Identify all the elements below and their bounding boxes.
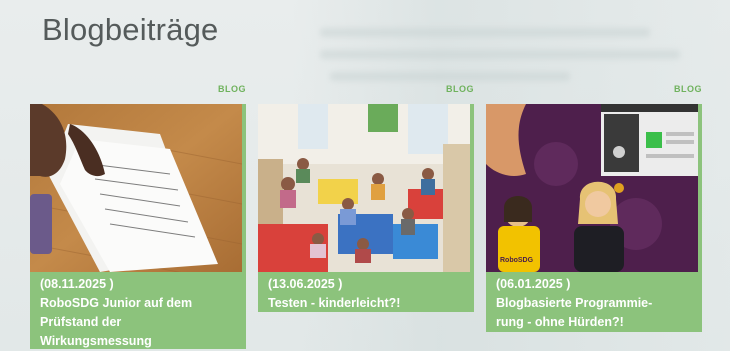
blog-card[interactable]: BLOG [486,84,702,332]
post-title-line: Testen - kinderleicht?! [268,296,401,310]
page-title: Blogbeiträge [42,12,219,47]
post-title-line: Prüfstand der [40,315,122,329]
background-blurred-text [320,20,700,90]
robosdg-logo-text: RoboSDG [500,257,534,264]
blog-card[interactable]: BLOG [258,84,474,312]
card-frame[interactable]: (08.11.2025 ) RoboSDG Junior auf dem Prü… [30,104,246,349]
post-title-line: Blogbasierte Programmie- [496,296,653,310]
post-image[interactable] [258,104,470,272]
card-frame[interactable]: (13.06.2025 ) Testen - kinderleicht?! [258,104,474,312]
post-title-line: Wirkungsmessung [40,334,152,348]
post-title-line: RoboSDG Junior auf dem [40,296,193,310]
post-caption[interactable]: (06.01.2025 ) Blogbasierte Programmie- r… [496,275,652,332]
post-date: (06.01.2025 ) [496,277,571,291]
post-title-line: rung - ohne Hürden?! [496,315,624,329]
post-image[interactable] [30,104,242,272]
category-badge[interactable]: BLOG [446,84,474,94]
post-date: (08.11.2025 ) [40,277,114,291]
post-caption[interactable]: (13.06.2025 ) Testen - kinderleicht?! [268,275,400,313]
blog-card[interactable]: BLOG [30,84,246,349]
post-image[interactable]: RoboSDG [486,104,698,272]
post-caption[interactable]: (08.11.2025 ) RoboSDG Junior auf dem Prü… [40,275,192,351]
card-frame[interactable]: RoboSDG (06.01.2025 ) Blogbasierte Progr… [486,104,702,332]
post-date: (13.06.2025 ) [268,277,343,291]
category-badge[interactable]: BLOG [218,84,246,94]
category-badge[interactable]: BLOG [674,84,702,94]
